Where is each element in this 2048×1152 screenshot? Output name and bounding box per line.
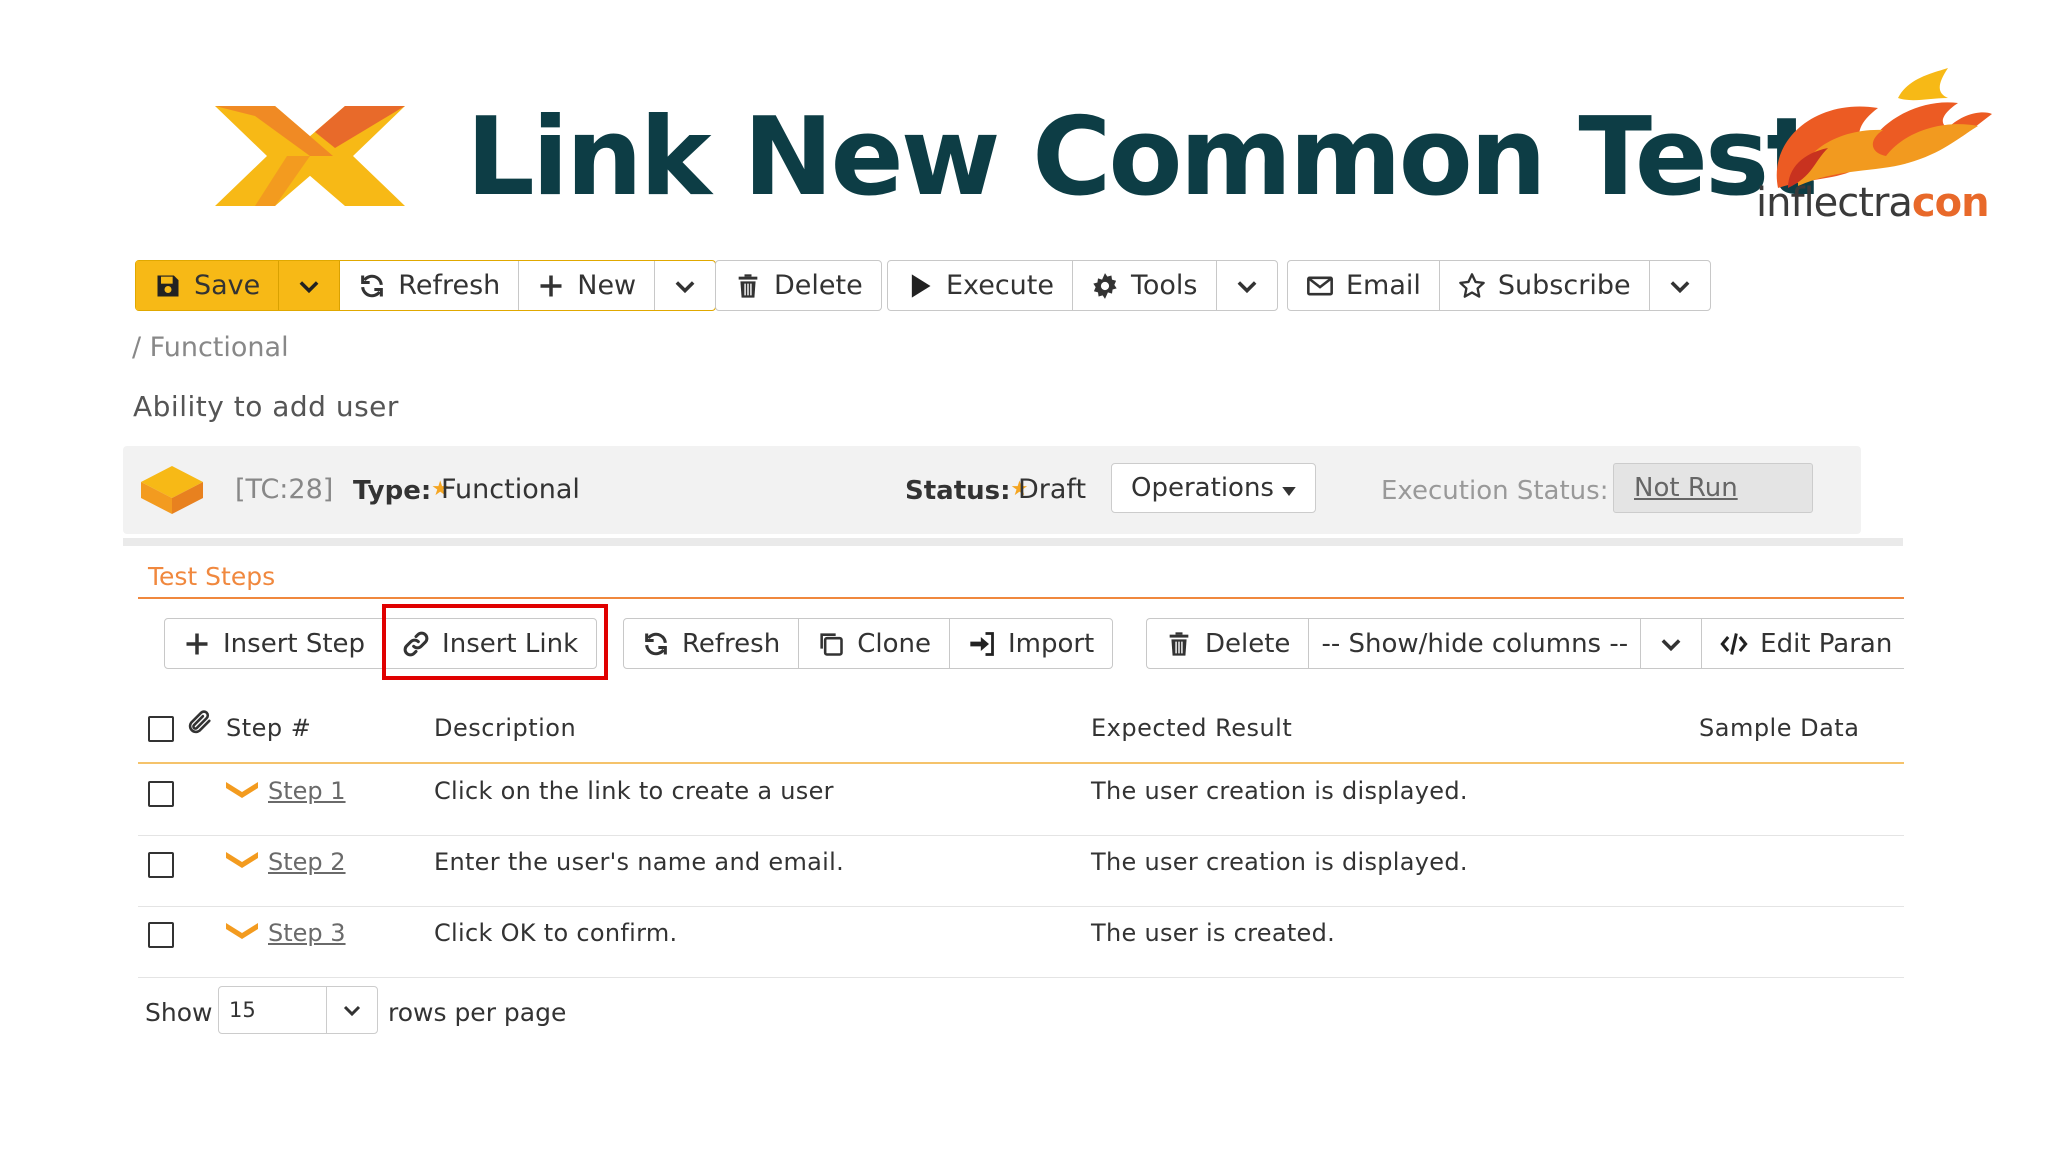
test-steps-heading[interactable]: Test Steps (148, 562, 275, 591)
plus-icon (537, 272, 565, 300)
insert-step-button[interactable]: Insert Step (165, 619, 385, 668)
test-case-icon (137, 462, 207, 518)
chevron-down-icon[interactable] (327, 998, 377, 1022)
refresh-clone-import-group: Refresh Clone Import (623, 618, 1114, 669)
insert-link-highlight (382, 604, 608, 680)
envelope-icon (1306, 272, 1334, 300)
step-link[interactable]: Step 3 (268, 919, 346, 947)
spiratest-logo (215, 96, 405, 214)
table-header-divider (138, 762, 1904, 764)
section-divider (138, 597, 1904, 599)
chevron-down-icon (1657, 630, 1685, 658)
delete-columns-group: Delete -- Show/hide columns -- Edit Para… (1146, 618, 1904, 669)
column-header-sample-data[interactable]: Sample Data (1699, 714, 1859, 742)
inflectracon-logo: inflectracon (1752, 68, 1996, 228)
email-button[interactable]: Email (1288, 261, 1440, 310)
star-icon (1458, 272, 1486, 300)
status-value[interactable]: Draft (1018, 474, 1086, 505)
row-checkbox[interactable] (148, 852, 174, 878)
operations-dropdown[interactable]: Operations (1111, 463, 1316, 513)
subscribe-button[interactable]: Subscribe (1440, 261, 1650, 310)
new-options-dropdown[interactable] (655, 261, 715, 310)
refresh-button[interactable]: Refresh (340, 261, 520, 310)
tools-button[interactable]: Tools (1073, 261, 1217, 310)
column-header-step[interactable]: Step # (226, 714, 311, 742)
save-options-dropdown[interactable] (279, 261, 341, 310)
plus-icon (183, 630, 211, 658)
breadcrumb[interactable]: / Functional (132, 332, 289, 363)
status-label: Status:★ (905, 476, 1029, 506)
refresh-icon (642, 630, 670, 658)
save-button[interactable]: Save (136, 261, 280, 310)
chevron-down-icon (295, 272, 323, 300)
chevron-down-icon (1233, 272, 1261, 300)
test-case-info-bar: [TC:28] Type:★ Functional Status:★ Draft… (123, 446, 1861, 534)
type-label: Type:★ (353, 476, 450, 506)
gear-icon (1091, 272, 1119, 300)
row-checkbox[interactable] (148, 781, 174, 807)
show-hide-columns-select[interactable]: -- Show/hide columns -- (1309, 619, 1642, 668)
caret-down-icon (1282, 473, 1296, 503)
row-divider (138, 835, 1904, 836)
chevron-down-icon (671, 272, 699, 300)
code-icon (1720, 630, 1748, 658)
row-divider (138, 977, 1904, 978)
test-case-name: Ability to add user (133, 390, 399, 423)
refresh-icon (358, 272, 386, 300)
play-icon (906, 272, 934, 300)
subscribe-options-dropdown[interactable] (1650, 261, 1710, 310)
import-button[interactable]: Import (950, 619, 1112, 668)
floppy-disk-icon (154, 272, 182, 300)
new-button[interactable]: New (519, 261, 656, 310)
execute-tools-group: Execute Tools (887, 260, 1278, 311)
row-checkbox[interactable] (148, 922, 174, 948)
steps-refresh-button[interactable]: Refresh (624, 619, 800, 668)
steps-delete-button[interactable]: Delete (1147, 619, 1310, 668)
sign-in-icon (968, 630, 996, 658)
delete-button-group: Delete (715, 260, 882, 311)
column-header-expected-result[interactable]: Expected Result (1091, 714, 1292, 742)
type-value[interactable]: Functional (441, 474, 580, 505)
delete-button[interactable]: Delete (716, 261, 881, 310)
chevron-down-icon (1666, 272, 1694, 300)
execute-button[interactable]: Execute (888, 261, 1073, 310)
trash-icon (734, 272, 762, 300)
clone-button[interactable]: Clone (799, 619, 950, 668)
tools-options-dropdown[interactable] (1217, 261, 1277, 310)
edit-parameters-button[interactable]: Edit Paran (1702, 619, 1904, 668)
execution-status-label: Execution Status: (1381, 476, 1609, 506)
step-description[interactable]: Enter the user's name and email. (434, 848, 844, 876)
page-size-value: 15 (219, 987, 327, 1033)
step-expected-result[interactable]: The user creation is displayed. (1091, 848, 1468, 876)
test-case-id: [TC:28] (235, 474, 334, 505)
rows-per-page-label: rows per page (388, 998, 567, 1027)
trash-icon (1165, 630, 1193, 658)
paperclip-icon (186, 708, 214, 740)
infobar-divider (123, 538, 1903, 546)
brand-wordmark: inflectracon (1756, 180, 1990, 226)
step-expected-result[interactable]: The user creation is displayed. (1091, 777, 1468, 805)
step-chevron-icon (226, 780, 258, 798)
step-link[interactable]: Step 1 (268, 777, 346, 805)
page-size-select[interactable]: 15 (218, 986, 378, 1034)
step-description[interactable]: Click on the link to create a user (434, 777, 834, 805)
step-chevron-icon (226, 921, 258, 939)
step-expected-result[interactable]: The user is created. (1091, 919, 1335, 947)
select-all-checkbox[interactable] (148, 716, 174, 742)
row-divider (138, 906, 1904, 907)
step-chevron-icon (226, 850, 258, 868)
show-hide-columns-dropdown[interactable] (1641, 619, 1703, 668)
step-link[interactable]: Step 2 (268, 848, 346, 876)
show-label: Show (145, 998, 213, 1027)
execution-status-value[interactable]: Not Run (1613, 463, 1813, 513)
column-header-description[interactable]: Description (434, 714, 576, 742)
copy-icon (817, 630, 845, 658)
email-subscribe-group: Email Subscribe (1287, 260, 1711, 311)
step-description[interactable]: Click OK to confirm. (434, 919, 677, 947)
save-button-group: Save Refresh New (135, 260, 717, 311)
page-title: Link New Common Test (466, 95, 1818, 220)
